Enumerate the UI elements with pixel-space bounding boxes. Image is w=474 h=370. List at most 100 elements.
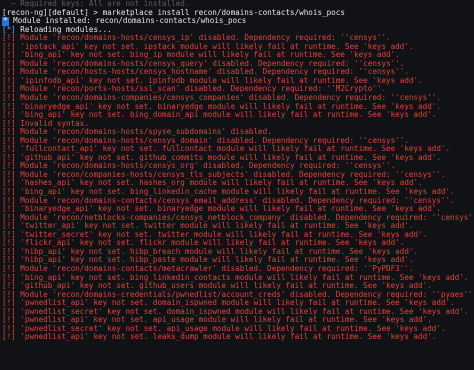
warning-text: Module 'recon/domains-hosts/spyse_subdom… [20, 128, 272, 137]
warning-line: [!] 'bing_api' key not set. bing_linkedi… [0, 274, 474, 283]
warning-text: 'twitter_api' key not set. twitter modul… [20, 222, 414, 231]
terminal-window[interactable]: ~ Required keys: All are not installed. … [0, 0, 474, 370]
scrolled-partial-line: ~ Required keys: All are not installed. [2, 0, 190, 8]
warning-line: [!] 'hibp_api' key not set. hibp_breach … [0, 248, 474, 257]
warning-line: [!] 'bing_api' key not set. bing_domain_… [0, 111, 474, 120]
warning-line: [!] Module 'recon/hosts-hosts/censys_hos… [0, 68, 474, 77]
warning-bang-icon: [!] [2, 179, 16, 188]
warning-bang-icon: [!] [2, 119, 16, 128]
warning-line: [!] 'pwnedlist_api' key not set. leaks_d… [0, 333, 474, 342]
warning-line: [!] Module 'recon/netblocks-companies/ce… [0, 214, 474, 223]
info-line: [*] Reloading modules... [0, 26, 474, 35]
warning-text: 'bing_api' key not set. bing_linkedin_ca… [20, 188, 455, 197]
warning-text: 'bing_api' key not set. bing_ip module w… [20, 51, 400, 60]
warning-bang-icon: [!] [2, 196, 16, 205]
warning-line: [!] 'pwnedlist_secret' key not set. doma… [0, 308, 474, 317]
warning-bang-icon: [!] [2, 264, 16, 273]
warning-bang-icon: [!] [2, 136, 16, 145]
warning-line: [!] 'ipinfodb_api' key not set. ipinfodb… [0, 77, 474, 86]
warning-list: [!] Module 'recon/domains-hosts/censys_i… [0, 34, 474, 342]
warning-line: [!] 'hashes_api' key not set. hashes_org… [0, 179, 474, 188]
warning-line: [!] Module 'recon/domains-companies/cens… [0, 94, 474, 103]
warning-text: 'binaryedge_api' key not set. binaryedge… [20, 102, 441, 111]
warning-line: [!] 'bing_api' key not set. bing_ip modu… [0, 51, 474, 60]
warning-line: [!] 'pwnedlist_api' key not set. api_usa… [0, 316, 474, 325]
warning-text: 'pwnedlist_api' key not set. domain_ispw… [20, 299, 455, 308]
warning-text: Module 'recon/domains-hosts/censys_org' … [20, 162, 396, 171]
info-star-icon: [*] [2, 25, 16, 34]
warning-bang-icon: [!] [2, 128, 16, 137]
warning-text: 'pwnedlist_api' key not set. leaks_dump … [20, 333, 437, 342]
warning-bang-icon: [!] [2, 102, 16, 111]
warning-bang-icon: [!] [2, 256, 16, 265]
info-line: * Module installed: recon/domains-contac… [0, 17, 474, 26]
warning-bang-icon: [!] [2, 324, 16, 333]
warning-text: 'twitter_secret' key not set. twitter mo… [20, 230, 428, 239]
warning-bang-icon: [!] [2, 170, 16, 179]
warning-bang-icon: [!] [2, 59, 16, 68]
warning-text: Module 'recon/domains-credentials/pwnedl… [20, 290, 474, 299]
warning-bang-icon: [!] [2, 111, 16, 120]
warning-text: Module 'recon/domains-companies/censys_c… [20, 94, 441, 103]
warning-line: [!] Module 'recon/domains-hosts/censys_o… [0, 162, 474, 171]
warning-line: [!] 'flickr_api' key not set. flickr mod… [0, 239, 474, 248]
warning-line: [!] 'bing_api' key not set. bing_linkedi… [0, 188, 474, 197]
info-star-icon: * [2, 17, 9, 26]
warning-bang-icon: [!] [2, 247, 16, 256]
warning-bang-icon: [!] [2, 333, 16, 342]
warning-text: 'bing_api' key not set. bing_linkedin_co… [20, 273, 469, 282]
warning-text: 'flickr_api' key not set. flickr module … [20, 239, 405, 248]
warning-bang-icon: [!] [2, 213, 16, 222]
warning-line: [!] 'pwnedlist_api' key not set. domain_… [0, 299, 474, 308]
warning-bang-icon: [!] [2, 145, 16, 154]
warning-line: [!] Module 'recon/domains-contacts/metac… [0, 265, 474, 274]
warning-bang-icon: [!] [2, 94, 16, 103]
warning-text: 'hibp_api' key not set. hibp_breach modu… [20, 247, 419, 256]
warning-text: Module 'recon/netblocks-companies/censys… [20, 213, 474, 222]
warning-bang-icon: [!] [2, 34, 16, 43]
warning-text: Module 'recon/domains-hosts/censys_domai… [20, 136, 409, 145]
warning-text: 'pwnedlist_secret' key not set. domain_i… [20, 307, 469, 316]
warning-text: Module 'recon/ports-hosts/ssl_scan' disa… [20, 85, 387, 94]
warning-line: [!] Module 'recon/domains-hosts/censys_i… [0, 34, 474, 43]
warning-line: [!] 'twitter_secret' key not set. twitte… [0, 231, 474, 240]
warning-text: 'hibp_api' key not set. hibp_paste modul… [20, 256, 414, 265]
warning-text: 'ipstack_api' key not set. ipstack modul… [20, 42, 414, 51]
warning-text: Module 'recon/domains-contacts/metacrawl… [20, 264, 414, 273]
warning-line: [!] 'twitter_api' key not set. twitter m… [0, 222, 474, 231]
warning-text: 'ipinfodb_api' key not set. ipinfodb mod… [20, 76, 423, 85]
warning-line: [!] 'pwnedlist_secret' key not set. api_… [0, 325, 474, 334]
warning-text: 'pwnedlist_secret' key not set. api_usag… [20, 324, 446, 333]
warning-text: 'binaryedge_api' key not set. binaryedge… [20, 205, 441, 214]
warning-line: [!] 'fullcontact_api' key not set. fullc… [0, 145, 474, 154]
warning-bang-icon: [!] [2, 316, 16, 325]
warning-line: [!] Module 'recon/domains-hosts/censys_d… [0, 137, 474, 146]
warning-bang-icon: [!] [2, 42, 16, 51]
warning-line: [!] 'github_api' key not set. github_use… [0, 282, 474, 291]
warning-text: 'hashes_api' key not set. hashes_org mod… [20, 179, 423, 188]
warning-line: [!] Module 'recon/domains-hosts/censys_q… [0, 60, 474, 69]
warning-text: Module 'recon/domains-hosts/censys_query… [20, 59, 405, 68]
warning-line: [!] 'binaryedge_api' key not set. binary… [0, 205, 474, 214]
warning-line: [!] 'hibp_api' key not set. hibp_paste m… [0, 256, 474, 265]
warning-text: 'fullcontact_api' key not set. fullconta… [20, 145, 451, 154]
warning-line: [!] Module 'recon/ports-hosts/ssl_scan' … [0, 85, 474, 94]
warning-text: Module 'recon/hosts-hosts/censys_hostnam… [20, 68, 409, 77]
warning-bang-icon: [!] [2, 188, 16, 197]
warning-line: [!] Module 'recon/domains-contacts/censy… [0, 197, 474, 206]
warning-text: Module 'recon/domains-hosts/censys_ip' d… [20, 34, 391, 43]
warning-bang-icon: [!] [2, 239, 16, 248]
warning-bang-icon: [!] [2, 205, 16, 214]
warning-line: [!] Module 'recon/domains-hosts/spyse_su… [0, 128, 474, 137]
warning-text: Module 'recon/domains-contacts/censys_em… [20, 196, 455, 205]
warning-line: [!] Invalid syntax. [0, 120, 474, 129]
warning-bang-icon: [!] [2, 51, 16, 60]
warning-bang-icon: [!] [2, 230, 16, 239]
warning-line: [!] 'ipstack_api' key not set. ipstack m… [0, 43, 474, 52]
warning-bang-icon: [!] [2, 307, 16, 316]
warning-bang-icon: [!] [2, 290, 16, 299]
warning-text: 'pwnedlist_api' key not set. api_usage m… [20, 316, 432, 325]
warning-text: 'github_api' key not set. github_commits… [20, 153, 441, 162]
warning-line: [!] 'binaryedge_api' key not set. binary… [0, 103, 474, 112]
warning-bang-icon: [!] [2, 299, 16, 308]
